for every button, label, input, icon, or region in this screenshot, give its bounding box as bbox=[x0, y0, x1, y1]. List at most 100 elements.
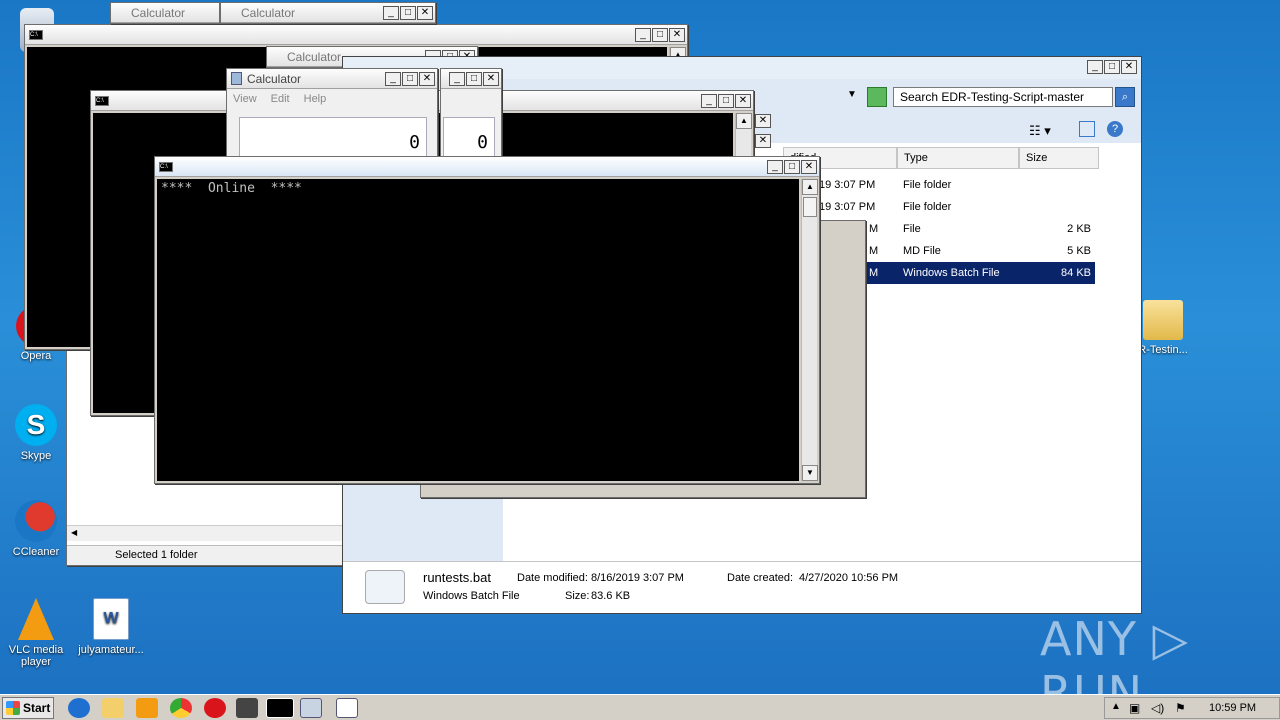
maximize-button[interactable]: □ bbox=[652, 27, 668, 42]
cmd-window-active[interactable]: C:\ _ □ ✕ **** Online **** ▲ ▼ bbox=[154, 156, 820, 484]
cmd-taskbar-icon[interactable] bbox=[266, 698, 294, 718]
maximize-button[interactable]: □ bbox=[1104, 60, 1120, 74]
calculator-window-back-1[interactable]: Calculator bbox=[110, 2, 220, 24]
preview-pane-icon[interactable] bbox=[1079, 121, 1095, 137]
maximize-button[interactable]: □ bbox=[784, 159, 800, 174]
calculator-window-front[interactable]: Calculator _ □ ✕ View Edit Help 0 bbox=[226, 68, 438, 164]
details-modified-label: Date modified: bbox=[517, 572, 588, 584]
search-icon[interactable]: ⌕ bbox=[1115, 87, 1135, 107]
close-button[interactable]: ✕ bbox=[801, 159, 817, 174]
calculator-titlebar[interactable]: Calculator _ □ ✕ bbox=[221, 3, 435, 23]
minimize-button[interactable]: _ bbox=[449, 71, 465, 86]
desktop-icon-skype[interactable]: S Skype bbox=[1, 404, 71, 462]
column-header-type[interactable]: Type bbox=[897, 147, 1019, 169]
maximize-button[interactable]: □ bbox=[718, 93, 734, 108]
minimize-button[interactable]: _ bbox=[767, 159, 783, 174]
table-row[interactable]: 19 3:07 PM File folder bbox=[783, 174, 1095, 196]
console-output[interactable]: **** Online **** bbox=[157, 179, 799, 481]
details-file-kind: Windows Batch File bbox=[423, 590, 520, 602]
minimize-button[interactable]: _ bbox=[701, 93, 717, 108]
cmd-window-active-titlebar[interactable]: C:\ _ □ ✕ bbox=[155, 157, 819, 177]
column-header-size[interactable]: Size bbox=[1019, 147, 1099, 169]
cmd-window-1-titlebar[interactable]: C:\ _ □ ✕ bbox=[25, 25, 687, 45]
close-button[interactable]: ✕ bbox=[419, 71, 435, 86]
minimize-button[interactable]: _ bbox=[383, 5, 399, 20]
table-row[interactable]: 19 3:07 PM File folder bbox=[783, 196, 1095, 218]
action-center-flag-icon[interactable]: ⚑ bbox=[1175, 701, 1186, 715]
chrome-icon[interactable] bbox=[170, 698, 192, 718]
desktop-icon-label: Skype bbox=[20, 450, 52, 462]
row-size: 2 KB bbox=[1067, 223, 1091, 235]
row-modified: M bbox=[869, 267, 879, 279]
close-button[interactable]: ✕ bbox=[755, 114, 771, 128]
console-line: **** Online **** bbox=[161, 181, 302, 196]
desktop-icon-label: R-Testin... bbox=[1138, 344, 1188, 356]
row-modified: M bbox=[869, 245, 879, 257]
vertical-scrollbar[interactable]: ▲ ▼ bbox=[801, 179, 818, 481]
start-button[interactable]: Start bbox=[2, 697, 54, 719]
close-button[interactable]: ✕ bbox=[417, 5, 433, 20]
menu-view[interactable]: View bbox=[233, 93, 257, 105]
minimize-button[interactable]: _ bbox=[385, 71, 401, 86]
address-dropdown-icon[interactable]: ▼ bbox=[847, 89, 857, 100]
close-button[interactable]: ✕ bbox=[735, 93, 751, 108]
details-size-label: Size: bbox=[565, 590, 590, 602]
taskbar: Start ▲ ▣ ◁) ⚑ 10:59 PM bbox=[0, 694, 1280, 720]
menu-help[interactable]: Help bbox=[304, 93, 327, 105]
winrar-icon[interactable] bbox=[236, 698, 258, 718]
calculator-taskbar-icon[interactable] bbox=[300, 698, 322, 718]
close-button[interactable]: ✕ bbox=[1121, 60, 1137, 74]
search-input[interactable]: Search EDR-Testing-Script-master bbox=[893, 87, 1113, 107]
close-button[interactable]: ✕ bbox=[669, 27, 685, 42]
row-type: File folder bbox=[903, 179, 952, 191]
calculator-display: 0 bbox=[239, 117, 427, 161]
opera-icon[interactable] bbox=[204, 698, 226, 718]
calculator-window-partial[interactable]: _ □ ✕ 0 bbox=[440, 68, 502, 164]
desktop-icon-word-doc[interactable]: W julyamateur... bbox=[76, 598, 146, 656]
maximize-button[interactable]: □ bbox=[466, 71, 482, 86]
network-icon[interactable]: ▣ bbox=[1129, 701, 1140, 715]
word-document-icon: W bbox=[93, 598, 129, 640]
scroll-left-icon[interactable]: ◀ bbox=[71, 528, 81, 538]
refresh-icon[interactable] bbox=[867, 87, 887, 107]
media-player-icon[interactable] bbox=[136, 698, 158, 718]
scroll-thumb[interactable] bbox=[803, 197, 817, 217]
internet-explorer-icon[interactable] bbox=[68, 698, 90, 718]
row-type: MD File bbox=[903, 245, 941, 257]
minimize-button[interactable]: _ bbox=[1087, 60, 1103, 74]
scroll-down-icon[interactable]: ▼ bbox=[802, 465, 818, 481]
scroll-up-icon[interactable]: ▲ bbox=[736, 113, 752, 129]
folder-icon bbox=[1143, 300, 1183, 340]
desktop-icon-ccleaner[interactable]: CCleaner bbox=[1, 500, 71, 558]
calculator-title: Calculator bbox=[247, 71, 302, 86]
calculator-window-back-2[interactable]: Calculator _ □ ✕ bbox=[220, 2, 436, 24]
horizontal-scrollbar[interactable]: ◀ bbox=[67, 525, 345, 541]
cmd-icon: C:\ bbox=[159, 161, 173, 172]
desktop-icon-vlc[interactable]: VLC media player bbox=[1, 598, 71, 668]
file-explorer-icon[interactable] bbox=[102, 698, 124, 718]
row-type: File folder bbox=[903, 201, 952, 213]
details-created-label: Date created: bbox=[727, 572, 794, 584]
windows-logo-icon bbox=[6, 701, 20, 715]
details-file-name: runtests.bat bbox=[423, 570, 491, 585]
scroll-up-icon[interactable]: ▲ bbox=[802, 179, 818, 195]
minimize-button[interactable]: _ bbox=[635, 27, 651, 42]
maximize-button[interactable]: □ bbox=[402, 71, 418, 86]
start-label: Start bbox=[23, 701, 51, 715]
row-type: Windows Batch File bbox=[903, 267, 1000, 279]
close-button[interactable]: ✕ bbox=[755, 134, 771, 148]
calculator-titlebar[interactable]: _ □ ✕ bbox=[441, 69, 501, 89]
close-button[interactable]: ✕ bbox=[483, 71, 499, 86]
maximize-button[interactable]: □ bbox=[400, 5, 416, 20]
calculator-titlebar[interactable]: Calculator _ □ ✕ bbox=[227, 69, 437, 89]
calculator-title: Calculator bbox=[241, 5, 296, 20]
help-icon[interactable]: ? bbox=[1107, 121, 1123, 137]
row-modified: M bbox=[869, 223, 879, 235]
notepad-icon[interactable] bbox=[336, 698, 358, 718]
view-options-icon[interactable]: ☷ ▾ bbox=[1029, 123, 1051, 139]
calculator-titlebar[interactable]: Calculator bbox=[111, 3, 219, 23]
menu-edit[interactable]: Edit bbox=[271, 93, 290, 105]
show-hidden-icons-icon[interactable]: ▲ bbox=[1111, 701, 1121, 712]
clock[interactable]: 10:59 PM bbox=[1209, 702, 1256, 714]
volume-icon[interactable]: ◁) bbox=[1151, 701, 1164, 715]
